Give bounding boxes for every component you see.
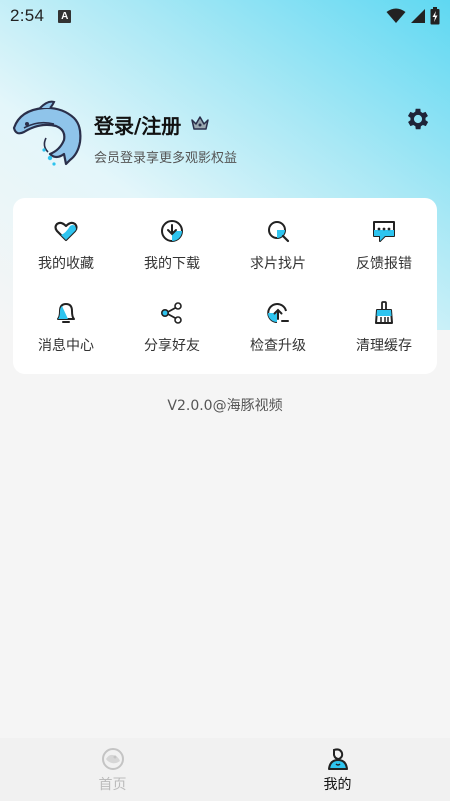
status-bar: 2:54 A xyxy=(0,0,450,32)
dolphin-avatar[interactable] xyxy=(10,98,90,168)
nav-tab-home[interactable]: 首页 xyxy=(0,738,225,801)
user-icon xyxy=(327,747,348,770)
menu-item-favorites[interactable]: 我的收藏 xyxy=(13,204,119,286)
menu-item-label: 清理缓存 xyxy=(356,338,412,354)
feature-menu-card: 我的收藏 我的下载 求片找片 反馈报错 消息中心 分享好友 检查升级 清理缓存 xyxy=(13,198,437,374)
menu-item-upgrade[interactable]: 检查升级 xyxy=(225,286,331,368)
heart-icon xyxy=(54,221,78,242)
status-time: 2:54 xyxy=(10,6,45,25)
feedback-icon xyxy=(373,221,395,242)
crown-icon xyxy=(191,116,209,130)
version-text: V2.0.0@海豚视频 xyxy=(167,398,283,414)
wifi-icon xyxy=(386,8,406,23)
menu-item-label: 求片找片 xyxy=(250,256,306,272)
nav-label-home: 首页 xyxy=(98,776,127,793)
broom-icon xyxy=(375,301,393,324)
search-icon xyxy=(268,221,290,243)
gear-icon[interactable] xyxy=(404,105,432,133)
bell-icon xyxy=(57,303,75,323)
login-subtitle: 会员登录享更多观影权益 xyxy=(94,151,238,166)
home-icon xyxy=(101,747,124,770)
bottom-nav: 首页 我的 xyxy=(0,738,450,801)
upgrade-icon xyxy=(267,303,289,323)
battery-icon xyxy=(430,7,440,25)
status-icons xyxy=(386,7,440,25)
nav-tab-mine[interactable]: 我的 xyxy=(225,738,450,801)
notification-badge: A xyxy=(58,9,72,23)
menu-item-label: 反馈报错 xyxy=(356,256,412,272)
login-register-link[interactable]: 登录/注册 xyxy=(94,110,181,139)
share-icon xyxy=(160,302,182,324)
menu-item-feedback[interactable]: 反馈报错 xyxy=(331,204,437,286)
menu-item-clear-cache[interactable]: 清理缓存 xyxy=(331,286,437,368)
download-icon xyxy=(161,220,183,242)
menu-item-request[interactable]: 求片找片 xyxy=(225,204,331,286)
menu-item-label: 分享好友 xyxy=(144,338,200,354)
menu-item-messages[interactable]: 消息中心 xyxy=(13,286,119,368)
menu-item-label: 我的收藏 xyxy=(38,256,94,272)
menu-item-downloads[interactable]: 我的下载 xyxy=(119,204,225,286)
menu-item-label: 我的下载 xyxy=(144,256,200,272)
nav-label-mine: 我的 xyxy=(323,776,352,793)
signal-icon xyxy=(411,9,425,23)
menu-item-label: 消息中心 xyxy=(38,338,94,354)
menu-item-label: 检查升级 xyxy=(250,338,306,354)
menu-item-share[interactable]: 分享好友 xyxy=(119,286,225,368)
